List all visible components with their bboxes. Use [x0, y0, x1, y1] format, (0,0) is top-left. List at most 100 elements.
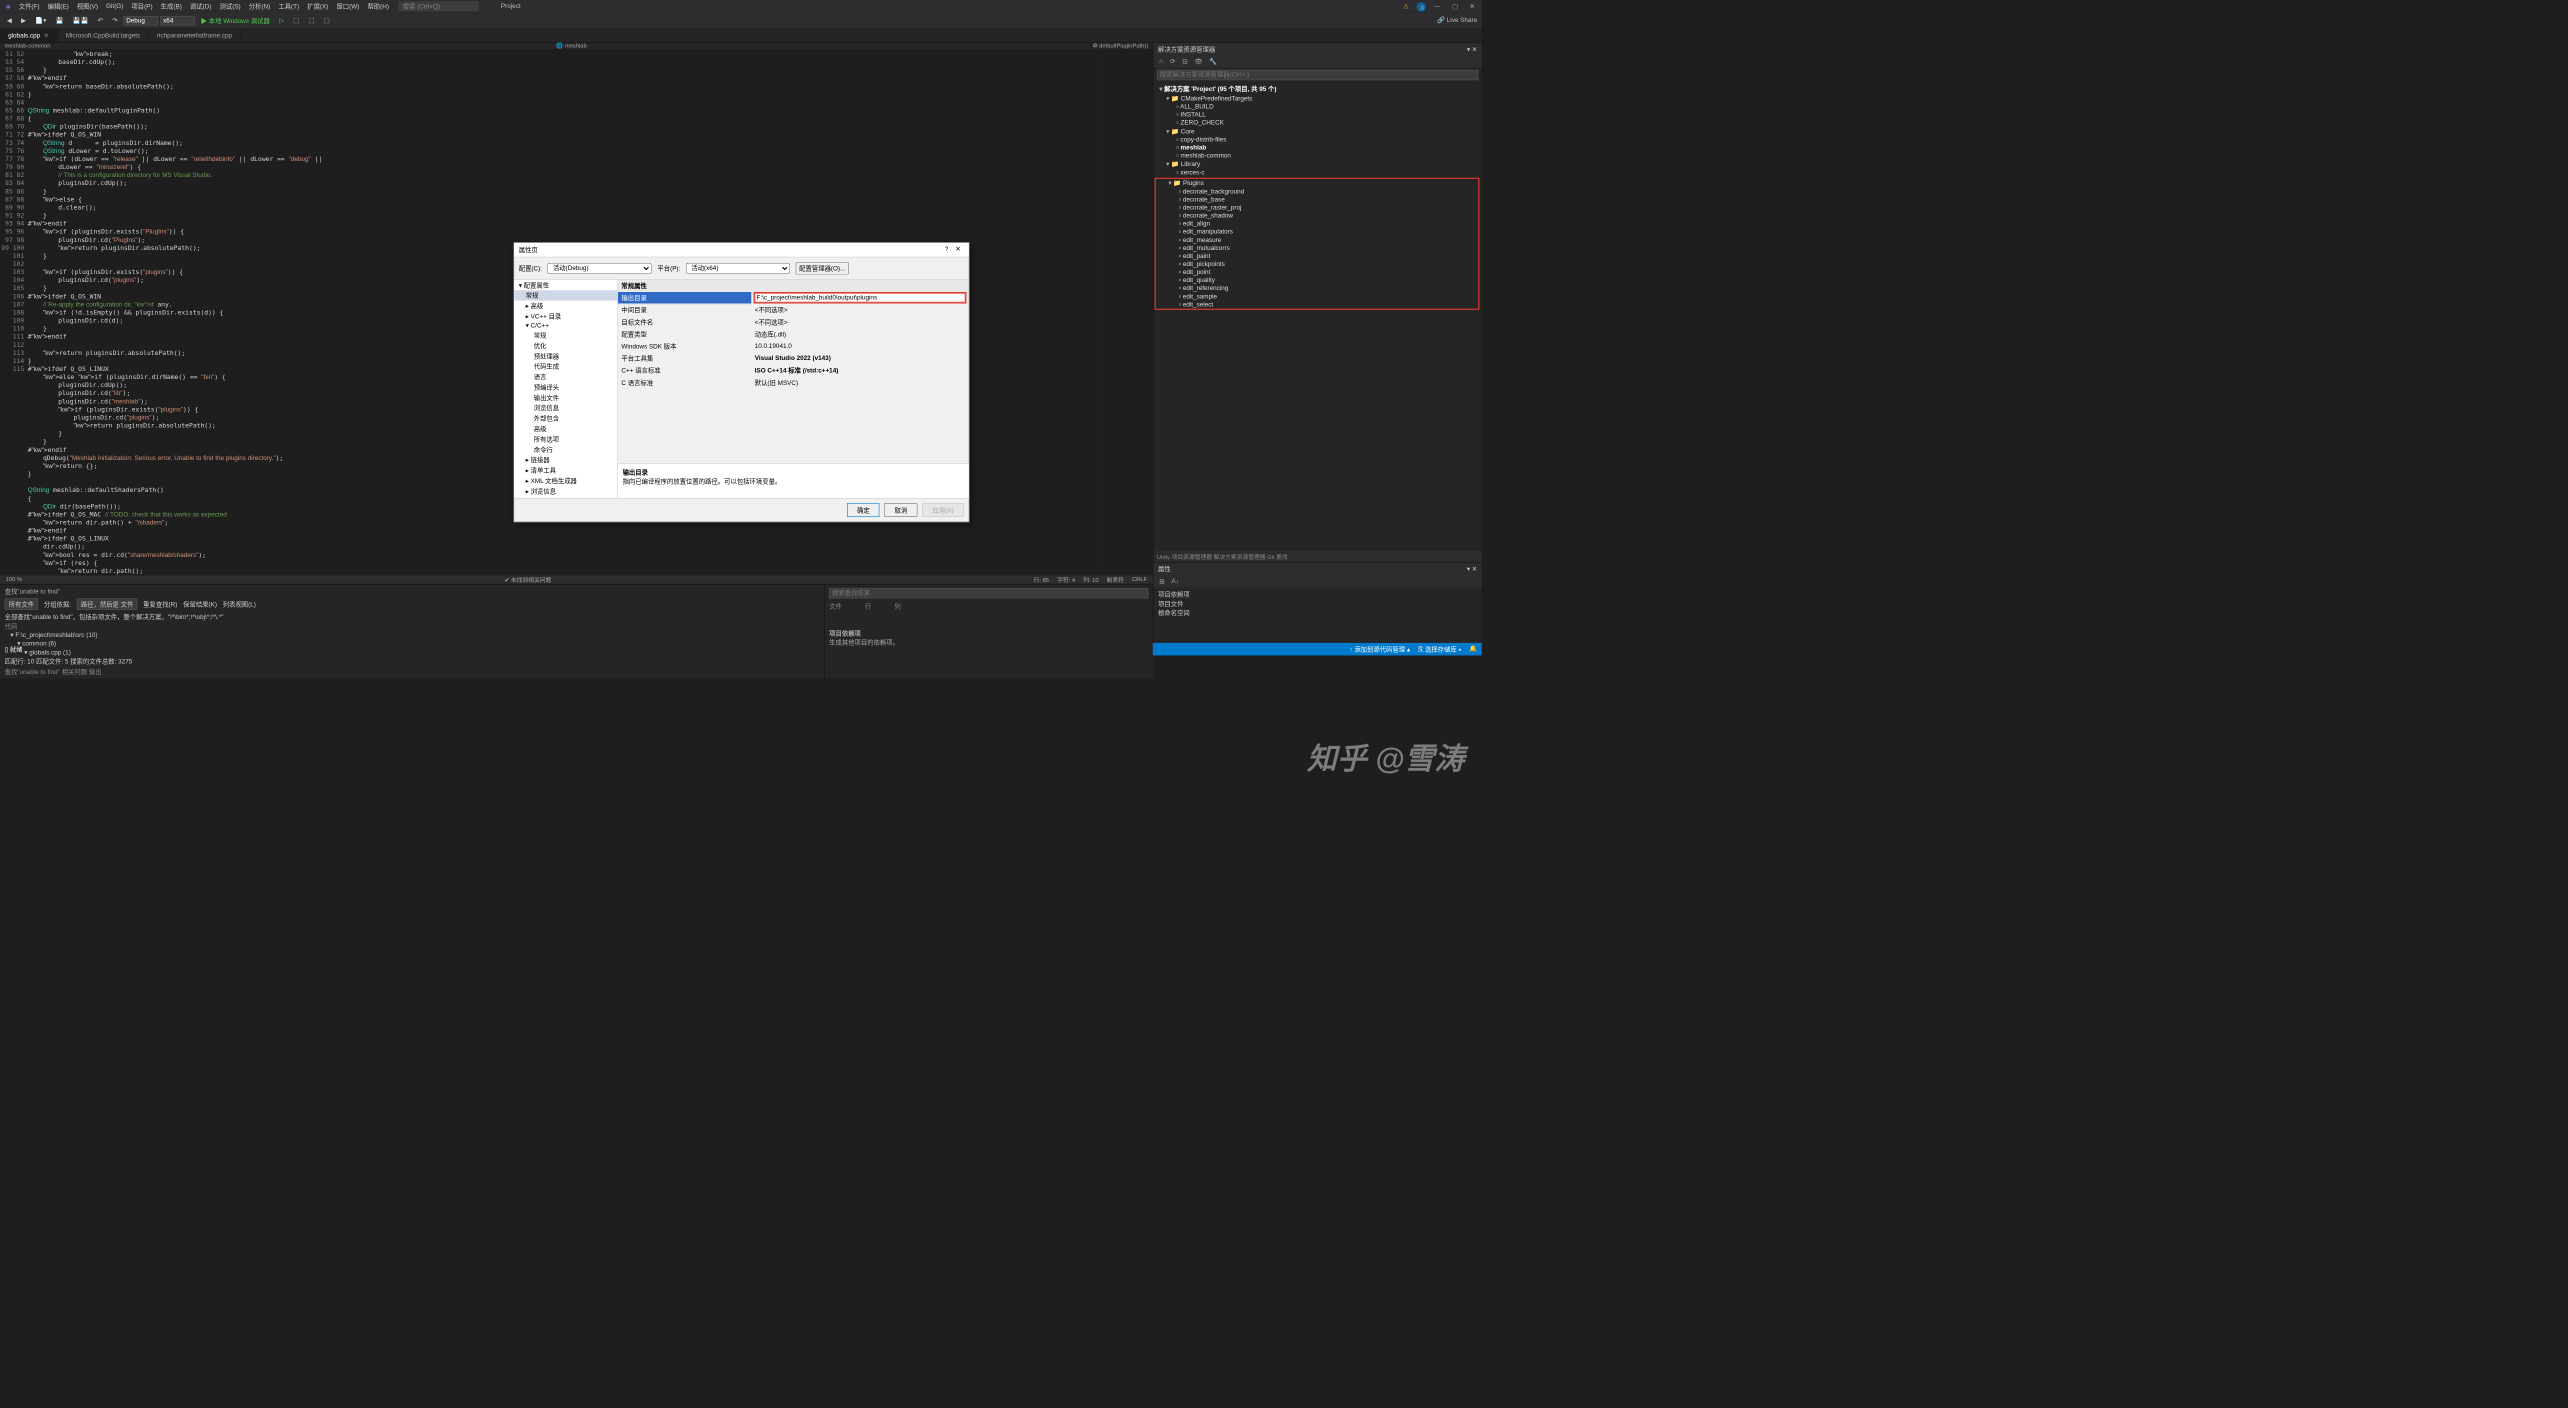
ok-button[interactable]: 确定	[847, 503, 879, 517]
tb-icon-1[interactable]: ⬚	[290, 16, 303, 26]
dlg-tree-node[interactable]: 预处理器	[514, 351, 617, 361]
se-home-icon[interactable]: ⌂	[1157, 57, 1165, 67]
config-combo[interactable]: Debug	[123, 16, 158, 25]
folder-plugins[interactable]: 📁 Plugins	[1156, 179, 1479, 188]
col-indicator[interactable]: 列: 10	[1083, 575, 1098, 584]
menu-tools[interactable]: 工具(T)	[275, 1, 303, 13]
user-icon[interactable]: X	[1417, 2, 1426, 11]
plugin-item[interactable]: ▫ edit_point	[1156, 268, 1479, 276]
se-collapse-icon[interactable]: ⊟	[1180, 57, 1190, 67]
menu-git[interactable]: Git(G)	[103, 2, 127, 11]
props-cat-icon[interactable]: ⊞	[1157, 576, 1167, 586]
dlg-tree-node[interactable]: 常规	[514, 290, 617, 300]
se-search[interactable]	[1157, 70, 1478, 80]
proj-meshlab-common[interactable]: ▫ meshlab-common	[1153, 152, 1481, 160]
run-no-debug-icon[interactable]: ▷	[276, 16, 288, 26]
plugin-item[interactable]: ▫ edit_paint	[1156, 252, 1479, 260]
tab-indicator[interactable]: 制表符	[1107, 575, 1124, 584]
source-control[interactable]: ↑ 添加到源代码管理 ▴	[1349, 645, 1410, 654]
se-refresh-icon[interactable]: ⟳	[1168, 57, 1178, 67]
plugin-item[interactable]: ▫ edit_referencing	[1156, 284, 1479, 292]
plugin-item[interactable]: ▫ decorate_shadow	[1156, 212, 1479, 220]
scope-combo[interactable]: 所有文件	[5, 598, 38, 610]
line-indicator[interactable]: 行: 85	[1034, 575, 1049, 584]
tb-icon-3[interactable]: ⬚	[320, 16, 333, 26]
dlg-close-icon[interactable]: ✕	[952, 246, 964, 253]
proj-copydistrib[interactable]: ▫ copy-distrib-files	[1153, 136, 1481, 144]
config-manager-btn[interactable]: 配置管理器(O)...	[796, 262, 849, 275]
menu-build[interactable]: 生成(B)	[157, 1, 185, 13]
dlg-tree-node[interactable]: ▸ 清单工具	[514, 465, 617, 475]
tab-cppbuild[interactable]: Microsoft.CppBuild.targets	[58, 29, 149, 42]
proj-xerces[interactable]: ▫ xerces-c	[1153, 168, 1481, 176]
folder-cmake[interactable]: 📁 CMakePredefinedTargets	[1153, 94, 1481, 103]
plugin-item[interactable]: ▫ edit_align	[1156, 220, 1479, 228]
plugin-item[interactable]: ▫ edit_pickpoints	[1156, 260, 1479, 268]
props-close-icon[interactable]: ▾ ✕	[1467, 565, 1477, 573]
plugin-item[interactable]: ▫ edit_quality	[1156, 276, 1479, 284]
dlg-tree-node[interactable]: 预编译头	[514, 382, 617, 392]
cancel-button[interactable]: 取消	[884, 503, 917, 517]
global-search[interactable]: 搜索 (Ctrl+Q)	[398, 1, 479, 11]
menu-window[interactable]: 窗口(W)	[333, 1, 363, 13]
se-showall-icon[interactable]: 👁	[1192, 57, 1205, 67]
plugin-item[interactable]: ▫ edit_measure	[1156, 236, 1479, 244]
menu-edit[interactable]: 编辑(E)	[44, 1, 72, 13]
char-indicator[interactable]: 字符: 4	[1057, 575, 1075, 584]
tab-richparam[interactable]: richparameterlistframe.cpp	[149, 29, 241, 42]
menu-view[interactable]: 视图(V)	[73, 1, 101, 13]
prop-row[interactable]: 根命名空间	[1158, 608, 1477, 617]
panel-close-icon[interactable]: ▾ ✕	[1467, 45, 1477, 53]
plugin-item[interactable]: ▫ decorate_background	[1156, 188, 1479, 196]
plugin-item[interactable]: ▫ edit_select	[1156, 301, 1479, 309]
live-share[interactable]: 🔗 Live Share	[1437, 16, 1477, 24]
dlg-tree-node[interactable]: 命令行	[514, 444, 617, 454]
new-icon[interactable]: 📄▾	[32, 16, 50, 26]
dlg-category-tree[interactable]: ▾ 配置属性常规▸ 高级▸ VC++ 目录▾ C/C++常规优化预处理器代码生成…	[514, 280, 618, 498]
solution-root[interactable]: 解决方案 'Project' (95 个项目, 共 95 个)	[1153, 84, 1481, 94]
repeat-find-btn[interactable]: 重复查找(R)	[143, 600, 177, 609]
group-combo[interactable]: 路径，然后是 文件	[77, 598, 138, 610]
dlg-tree-node[interactable]: 优化	[514, 340, 617, 350]
prop-row[interactable]: 项目文件	[1158, 599, 1477, 608]
se-bottom-tabs[interactable]: Unity 项目资源管理器 解决方案资源管理器 Git 更改	[1153, 551, 1481, 562]
close-icon[interactable]: ✕	[1466, 2, 1478, 12]
props-az-icon[interactable]: A↓	[1169, 576, 1181, 586]
proj-install[interactable]: ▫ INSTALL	[1153, 111, 1481, 119]
property-grid[interactable]: 常规属性 输出目录中间目录<不同选项>目标文件名<不同选项>配置类型动态库(.d…	[618, 280, 969, 389]
output-dir-input[interactable]	[755, 293, 966, 302]
menu-test[interactable]: 测试(S)	[216, 1, 244, 13]
proj-zerocheck[interactable]: ▫ ZERO_CHECK	[1153, 119, 1481, 127]
folder-core[interactable]: 📁 Core	[1153, 127, 1481, 136]
close-icon[interactable]: ✕	[44, 32, 49, 40]
plugin-item[interactable]: ▫ edit_sample	[1156, 293, 1479, 301]
menu-file[interactable]: 文件(F)	[15, 1, 43, 13]
notifications-icon[interactable]: 🔔	[1469, 645, 1477, 654]
run-button[interactable]: ▶ 本地 Windows 调试器	[197, 15, 273, 27]
dlg-tree-node[interactable]: 代码生成	[514, 361, 617, 371]
result-folder[interactable]: ▾ F:\c_project\meshlab\src (10)	[5, 631, 820, 640]
results-search[interactable]	[829, 588, 1148, 598]
dlg-tree-node[interactable]: ▸ VC++ 目录	[514, 311, 617, 321]
dlg-tree-node[interactable]: ▸ 链接器	[514, 455, 617, 465]
minimap[interactable]	[1099, 49, 1153, 575]
dlg-tree-node[interactable]: 外部包含	[514, 413, 617, 423]
nav-back-icon[interactable]: ◀	[3, 16, 15, 26]
encoding-indicator[interactable]: CRLF	[1132, 576, 1147, 582]
dlg-tree-node[interactable]: 常规	[514, 330, 617, 340]
proj-meshlab[interactable]: ▫ meshlab	[1153, 144, 1481, 152]
dlg-tree-node[interactable]: ▾ 配置属性	[514, 280, 617, 290]
dlg-help-icon[interactable]: ?	[941, 246, 951, 253]
dlg-tree-node[interactable]: 高级	[514, 424, 617, 434]
plugin-item[interactable]: ▫ edit_mutualcorrs	[1156, 244, 1479, 252]
result-file[interactable]: ▾ globals.cpp (1)	[5, 648, 820, 657]
dlg-tree-node[interactable]: ▾ C/C++	[514, 321, 617, 330]
menu-extensions[interactable]: 扩展(X)	[304, 1, 332, 13]
dlg-tree-node[interactable]: 输出文件	[514, 392, 617, 402]
plugin-item[interactable]: ▫ edit_manipulators	[1156, 228, 1479, 236]
dlg-platform-combo[interactable]: 活动(x64)	[686, 263, 790, 273]
tb-icon-2[interactable]: ⬚	[305, 16, 318, 26]
nav-fwd-icon[interactable]: ▶	[18, 16, 30, 26]
proj-allbuild[interactable]: ▫ ALL_BUILD	[1153, 103, 1481, 111]
menu-help[interactable]: 帮助(H)	[364, 1, 392, 13]
